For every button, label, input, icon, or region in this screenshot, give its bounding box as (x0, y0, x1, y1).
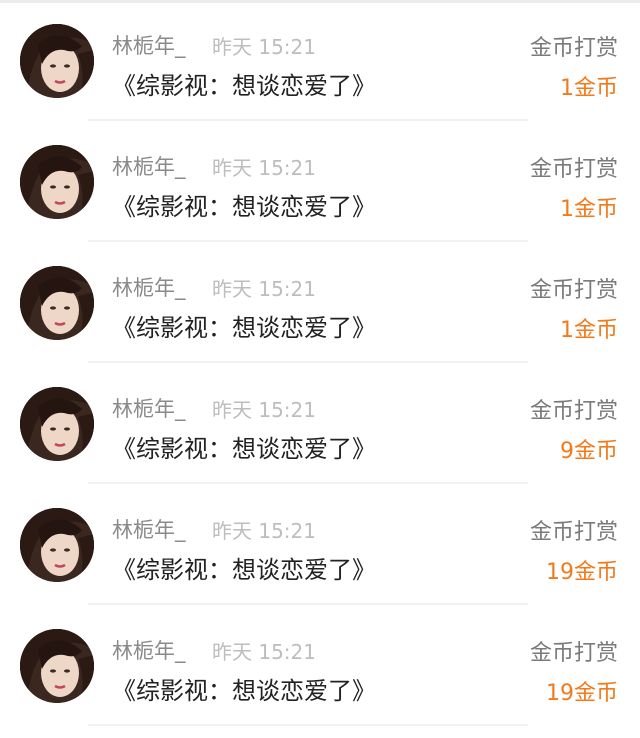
book-title[interactable]: 《综影视：想谈恋爱了》 (112, 308, 376, 343)
reward-list-item[interactable]: 林栀年_ 昨天 15:21 《综影视：想谈恋爱了》 金币打赏 1金币 (0, 121, 640, 242)
book-title[interactable]: 《综影视：想谈恋爱了》 (112, 550, 376, 585)
timestamp: 昨天 15:21 (212, 277, 316, 301)
timestamp: 昨天 15:21 (212, 156, 316, 180)
user-avatar-icon[interactable] (20, 145, 94, 219)
reward-list-item[interactable]: 林栀年_ 昨天 15:21 《综影视：想谈恋爱了》 金币打赏 1金币 (0, 0, 640, 121)
reward-amount: 19金币 (546, 681, 618, 706)
book-title[interactable]: 《综影视：想谈恋爱了》 (112, 66, 376, 101)
timestamp: 昨天 15:21 (212, 519, 316, 543)
book-title[interactable]: 《综影视：想谈恋爱了》 (112, 429, 376, 464)
reward-type: 金币打赏 (529, 399, 618, 424)
timestamp: 昨天 15:21 (212, 398, 316, 422)
reward-amount: 1金币 (560, 76, 618, 101)
book-title[interactable]: 《综影视：想谈恋爱了》 (112, 187, 376, 222)
book-title[interactable]: 《综影视：想谈恋爱了》 (112, 671, 376, 706)
user-name[interactable]: 林栀年_ (112, 514, 186, 544)
timestamp: 昨天 15:21 (212, 640, 316, 664)
reward-amount: 9金币 (560, 439, 618, 464)
reward-list-item[interactable]: 林栀年_ 昨天 15:21 《综影视：想谈恋爱了》 金币打赏 1金币 (0, 242, 640, 363)
user-avatar-icon[interactable] (20, 629, 94, 703)
user-name[interactable]: 林栀年_ (112, 635, 186, 665)
user-avatar-icon[interactable] (20, 266, 94, 340)
user-name[interactable]: 林栀年_ (112, 272, 186, 302)
reward-type: 金币打赏 (529, 278, 618, 303)
reward-amount: 1金币 (560, 197, 618, 222)
reward-list-item[interactable]: 林栀年_ 昨天 15:21 《综影视：想谈恋爱了》 金币打赏 19金币 (0, 484, 640, 605)
user-name[interactable]: 林栀年_ (112, 393, 186, 423)
reward-list-item[interactable]: 林栀年_ 昨天 15:21 《综影视：想谈恋爱了》 金币打赏 19金币 (0, 605, 640, 726)
user-name[interactable]: 林栀年_ (112, 30, 186, 60)
reward-amount: 1金币 (560, 318, 618, 343)
reward-type: 金币打赏 (529, 36, 618, 61)
timestamp: 昨天 15:21 (212, 35, 316, 59)
divider (88, 724, 528, 726)
user-name[interactable]: 林栀年_ (112, 151, 186, 181)
reward-type: 金币打赏 (529, 520, 618, 545)
user-avatar-icon[interactable] (20, 24, 94, 98)
user-avatar-icon[interactable] (20, 508, 94, 582)
reward-amount: 19金币 (546, 560, 618, 585)
reward-type: 金币打赏 (529, 641, 618, 666)
reward-list-item[interactable]: 林栀年_ 昨天 15:21 《综影视：想谈恋爱了》 金币打赏 9金币 (0, 363, 640, 484)
reward-type: 金币打赏 (529, 157, 618, 182)
user-avatar-icon[interactable] (20, 387, 94, 461)
